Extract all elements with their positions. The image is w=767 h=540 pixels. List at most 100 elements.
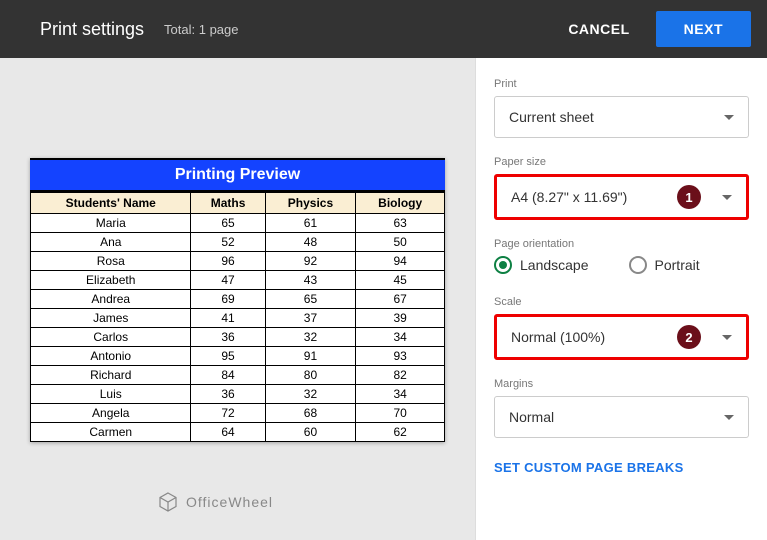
table-cell: 91 [265,347,356,366]
table-cell: 92 [265,252,356,271]
chevron-down-icon [722,335,732,340]
table-cell: Angela [31,404,191,423]
table-row: Maria656163 [31,214,445,233]
table-cell: 34 [356,385,445,404]
watermark: OfficeWheel [156,490,273,514]
header-bar: Print settings Total: 1 page CANCEL NEXT [0,0,767,58]
print-select-value: Current sheet [509,109,594,125]
table-cell: 93 [356,347,445,366]
table-row: Ana524850 [31,233,445,252]
table-cell: 82 [356,366,445,385]
callout-1: 1 [677,185,701,209]
page-total: Total: 1 page [164,22,238,37]
table-header: Biology [356,193,445,214]
table-row: Carlos363234 [31,328,445,347]
table-cell: 63 [356,214,445,233]
chevron-down-icon [724,115,734,120]
table-row: Andrea696567 [31,290,445,309]
table-cell: 60 [265,423,356,442]
landscape-radio[interactable]: Landscape [494,256,589,274]
table-cell: 52 [191,233,265,252]
table-cell: 37 [265,309,356,328]
table-cell: 39 [356,309,445,328]
print-select[interactable]: Current sheet [494,96,749,138]
callout-2: 2 [677,325,701,349]
table-cell: Carmen [31,423,191,442]
table-cell: 41 [191,309,265,328]
table-cell: 34 [356,328,445,347]
orientation-label: Page orientation [494,238,749,250]
page-title: Print settings [40,19,144,40]
table-row: Richard848082 [31,366,445,385]
portrait-radio[interactable]: Portrait [629,256,700,274]
table-cell: 64 [191,423,265,442]
paper-size-select[interactable]: A4 (8.27" x 11.69") 1 [494,174,749,220]
table-cell: Luis [31,385,191,404]
table-row: Rosa969294 [31,252,445,271]
table-cell: 32 [265,385,356,404]
scale-select[interactable]: Normal (100%) 2 [494,314,749,360]
preview-pane: Printing Preview Students' NameMathsPhys… [0,58,475,540]
custom-page-breaks-link[interactable]: SET CUSTOM PAGE BREAKS [494,460,684,475]
table-row: Antonio959193 [31,347,445,366]
table-cell: Ana [31,233,191,252]
table-cell: 65 [265,290,356,309]
paper-size-value: A4 (8.27" x 11.69") [511,189,627,205]
table-cell: 65 [191,214,265,233]
table-cell: 36 [191,328,265,347]
margins-label: Margins [494,378,749,390]
table-cell: Antonio [31,347,191,366]
table-cell: 72 [191,404,265,423]
table-cell: 95 [191,347,265,366]
table-header: Physics [265,193,356,214]
table-cell: Carlos [31,328,191,347]
table-header: Maths [191,193,265,214]
table-cell: 50 [356,233,445,252]
chevron-down-icon [724,415,734,420]
table-cell: 48 [265,233,356,252]
table-header: Students' Name [31,193,191,214]
table-cell: 84 [191,366,265,385]
table-cell: Maria [31,214,191,233]
margins-value: Normal [509,409,554,425]
scale-value: Normal (100%) [511,329,605,345]
table-cell: 96 [191,252,265,271]
table-row: Angela726870 [31,404,445,423]
portrait-label: Portrait [655,257,700,273]
table-row: Luis363234 [31,385,445,404]
preview-table: Students' NameMathsPhysicsBiology Maria6… [30,192,445,442]
table-row: James413739 [31,309,445,328]
preview-page: Printing Preview Students' NameMathsPhys… [30,158,445,442]
table-cell: 43 [265,271,356,290]
logo-icon [156,490,180,514]
table-cell: 69 [191,290,265,309]
table-cell: 62 [356,423,445,442]
table-cell: 45 [356,271,445,290]
paper-size-label: Paper size [494,156,749,168]
table-cell: 32 [265,328,356,347]
scale-label: Scale [494,296,749,308]
table-row: Elizabeth474345 [31,271,445,290]
landscape-label: Landscape [520,257,589,273]
table-cell: 36 [191,385,265,404]
cancel-button[interactable]: CANCEL [550,11,647,47]
margins-select[interactable]: Normal [494,396,749,438]
table-cell: 47 [191,271,265,290]
table-cell: Andrea [31,290,191,309]
table-row: Carmen646062 [31,423,445,442]
preview-banner: Printing Preview [30,158,445,192]
table-cell: 68 [265,404,356,423]
table-cell: James [31,309,191,328]
watermark-text: OfficeWheel [186,494,273,510]
print-label: Print [494,78,749,90]
next-button[interactable]: NEXT [656,11,751,47]
table-cell: 61 [265,214,356,233]
table-cell: 67 [356,290,445,309]
table-cell: 80 [265,366,356,385]
table-cell: Elizabeth [31,271,191,290]
table-cell: 94 [356,252,445,271]
radio-icon [494,256,512,274]
radio-icon [629,256,647,274]
table-cell: 70 [356,404,445,423]
chevron-down-icon [722,195,732,200]
